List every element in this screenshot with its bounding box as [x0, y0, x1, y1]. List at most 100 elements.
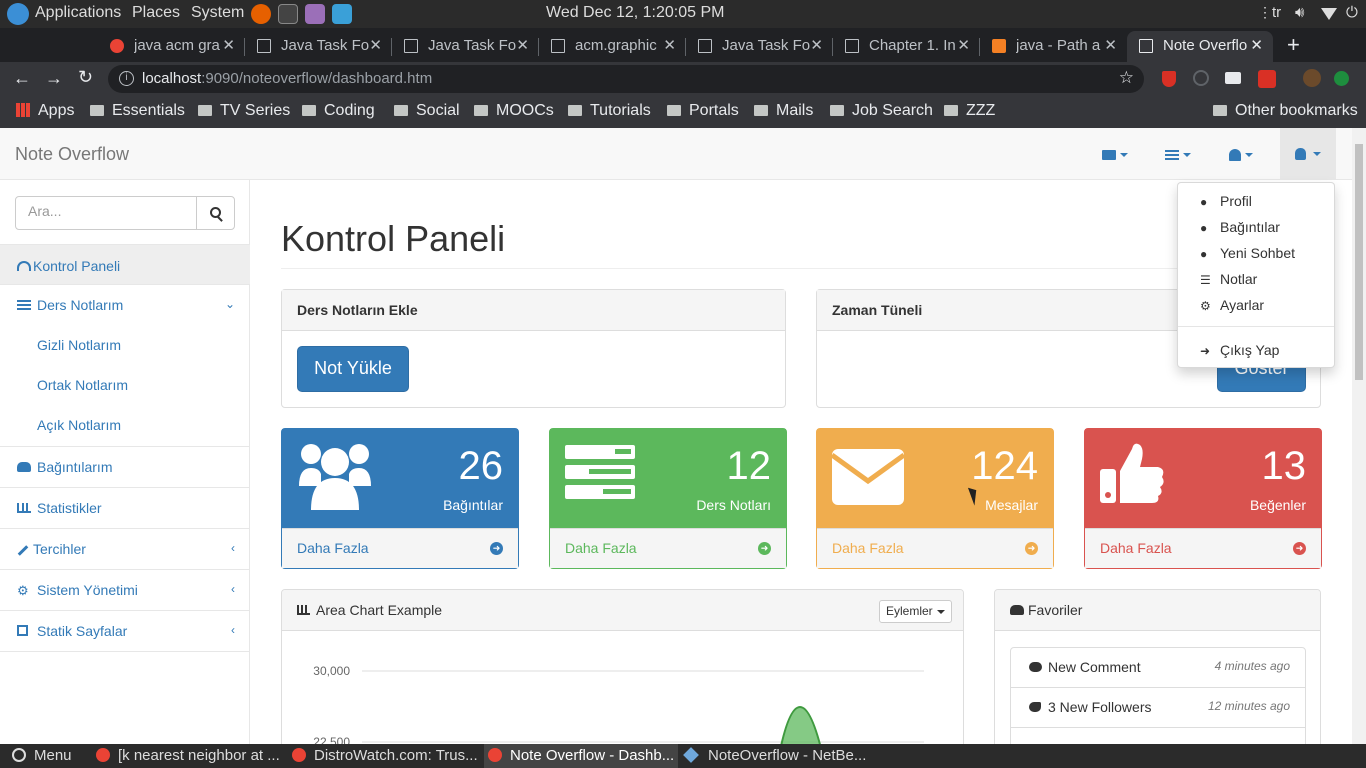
new-tab-button[interactable]: +	[1287, 32, 1300, 58]
browser-tab[interactable]: java acm gra ✕	[98, 31, 245, 62]
bookmark-folder[interactable]: Mails	[754, 102, 813, 120]
browser-tab[interactable]: Chapter 1. In ✕	[833, 31, 980, 62]
forward-icon[interactable]: →	[45, 68, 63, 89]
back-icon[interactable]: ←	[13, 68, 31, 89]
search-input[interactable]: Ara...	[15, 196, 197, 230]
extension-update-icon[interactable]	[1334, 71, 1349, 86]
extension-avatar-icon[interactable]	[1303, 69, 1321, 87]
screenshot-icon[interactable]	[332, 4, 352, 24]
bookmark-other[interactable]: Other bookmarks	[1213, 102, 1358, 120]
search-button[interactable]	[196, 196, 235, 230]
extension-sync-icon[interactable]	[1193, 70, 1209, 86]
power-icon[interactable]: ⏻	[1346, 4, 1358, 21]
panel-menu-icon[interactable]: ⋮	[1258, 4, 1272, 21]
stat-more-link[interactable]: Daha Fazla ➜	[282, 528, 518, 568]
menu-item-connections[interactable]: ● Bağıntılar	[1178, 215, 1336, 241]
bookmark-folder[interactable]: Tutorials	[568, 102, 651, 120]
bookmark-label: Apps	[38, 102, 75, 119]
browser-tab[interactable]: acm.graphic ✕	[539, 31, 686, 62]
sidebar: Ara... Kontrol Paneli Ders Notlarım ⌄ Gi…	[0, 180, 250, 744]
extension-badge-icon[interactable]	[1258, 70, 1276, 88]
menu-applications[interactable]: Applications	[35, 4, 121, 22]
close-tab-icon[interactable]: ✕	[1250, 36, 1263, 54]
messages-dropdown[interactable]	[1102, 146, 1128, 162]
close-tab-icon[interactable]: ✕	[810, 36, 823, 54]
text-editor-icon[interactable]	[305, 4, 325, 24]
close-tab-icon[interactable]: ✕	[369, 36, 382, 54]
sidebar-item-static-pages[interactable]: Statik Sayfalar ‹	[0, 611, 250, 652]
window-title: DistroWatch.com: Trus...	[314, 747, 478, 764]
menu-button[interactable]: Menu	[12, 747, 72, 764]
stat-more-link[interactable]: Daha Fazla ➜	[1085, 528, 1321, 568]
sidebar-item-system-admin[interactable]: ⚙ Sistem Yönetimi ‹	[0, 570, 250, 611]
close-tab-icon[interactable]: ✕	[516, 36, 529, 54]
sidebar-subitem-private[interactable]: Gizli Notlarım	[0, 326, 250, 366]
sidebar-item-preferences[interactable]: Tercihler ‹	[0, 529, 250, 570]
folder-icon	[198, 105, 212, 116]
taskbar-window[interactable]: NoteOverflow - NetBe...	[683, 747, 866, 764]
page-scrollbar[interactable]	[1352, 128, 1366, 744]
list-item[interactable]: New Comment 4 minutes ago	[1010, 647, 1306, 688]
user-dropdown[interactable]	[1280, 128, 1336, 180]
bookmark-folder[interactable]: Portals	[667, 102, 739, 120]
browser-tab[interactable]: Java Task Fo ✕	[392, 31, 539, 62]
more-label: Daha Fazla	[565, 540, 637, 556]
info-icon[interactable]: i	[119, 71, 134, 86]
sidebar-subitem-shared[interactable]: Ortak Notlarım	[0, 366, 250, 406]
taskbar-window[interactable]: [k nearest neighbor at ...	[96, 747, 280, 764]
menu-system[interactable]: System	[191, 4, 244, 22]
bookmark-folder[interactable]: TV Series	[198, 102, 290, 120]
wifi-icon[interactable]	[1321, 8, 1337, 20]
taskbar-window[interactable]: DistroWatch.com: Trus...	[292, 747, 478, 764]
envelope-icon	[1102, 150, 1116, 161]
menu-item-profile[interactable]: ● Profil	[1178, 189, 1336, 215]
bookmark-star-icon[interactable]: ☆	[1119, 68, 1134, 88]
firefox-icon[interactable]	[251, 4, 271, 24]
bookmark-folder[interactable]: Social	[394, 102, 460, 120]
bookmark-folder[interactable]: Essentials	[90, 102, 185, 120]
sidebar-subitem-public[interactable]: Açık Notlarım	[0, 406, 250, 447]
clock[interactable]: Wed Dec 12, 1:20:05 PM	[546, 4, 724, 22]
menu-item-settings[interactable]: ⚙ Ayarlar	[1178, 293, 1336, 319]
actions-dropdown-button[interactable]: Eylemler	[879, 600, 952, 623]
sidebar-item-connections[interactable]: Bağıntılarım	[0, 447, 250, 488]
bookmark-folder[interactable]: MOOCs	[474, 102, 554, 120]
scrollbar-thumb[interactable]	[1355, 144, 1363, 380]
list-item[interactable]: 3 New Followers 12 minutes ago	[1010, 687, 1306, 728]
stat-more-link[interactable]: Daha Fazla ➜	[550, 528, 786, 568]
bookmark-folder[interactable]: ZZZ	[944, 102, 995, 120]
taskbar-window-active[interactable]: Note Overflow - Dashb...	[484, 744, 679, 768]
alerts-dropdown[interactable]	[1229, 146, 1253, 162]
close-tab-icon[interactable]: ✕	[957, 36, 970, 54]
extension-cast-icon[interactable]	[1225, 72, 1241, 84]
browser-tab[interactable]: Java Task Fo ✕	[686, 31, 833, 62]
close-tab-icon[interactable]: ✕	[663, 36, 676, 54]
volume-icon[interactable]: 🔊︎	[1295, 4, 1304, 21]
panel-heading: Ders Notların Ekle	[282, 290, 785, 331]
browser-tab[interactable]: java - Path a ✕	[980, 31, 1127, 62]
menu-item-notes[interactable]: ☰ Notlar	[1178, 267, 1336, 293]
extension-shield-icon[interactable]	[1162, 71, 1176, 87]
upload-note-button[interactable]: Not Yükle	[297, 346, 409, 392]
browser-tab-active[interactable]: Note Overflo ✕	[1127, 31, 1273, 62]
close-tab-icon[interactable]: ✕	[222, 36, 235, 54]
tasks-dropdown[interactable]	[1165, 146, 1191, 162]
menu-item-new-chat[interactable]: ● Yeni Sohbet	[1178, 241, 1336, 267]
terminal-icon[interactable]	[278, 4, 298, 24]
close-tab-icon[interactable]: ✕	[1104, 36, 1117, 54]
bookmark-folder[interactable]: Coding	[302, 102, 375, 120]
bookmark-apps[interactable]: Apps	[16, 102, 74, 120]
sidebar-item-dashboard[interactable]: Kontrol Paneli	[0, 244, 250, 285]
sidebar-item-notes[interactable]: Ders Notlarım ⌄	[0, 285, 250, 326]
menu-item-logout[interactable]: ➜ Çıkış Yap	[1178, 338, 1336, 364]
address-bar[interactable]: i localhost:9090/noteoverflow/dashboard.…	[108, 65, 1144, 93]
reload-icon[interactable]: ↻	[78, 67, 93, 88]
menu-places[interactable]: Places	[132, 4, 180, 22]
sidebar-item-statistics[interactable]: Statistikler	[0, 488, 250, 529]
browser-tab[interactable]: Java Task Fo ✕	[245, 31, 392, 62]
keyboard-layout[interactable]: tr	[1272, 4, 1281, 21]
brand-link[interactable]: Note Overflow	[15, 144, 129, 165]
bookmark-folder[interactable]: Job Search	[830, 102, 933, 120]
stat-more-link[interactable]: Daha Fazla ➜	[817, 528, 1053, 568]
distro-logo-icon[interactable]	[7, 3, 29, 25]
